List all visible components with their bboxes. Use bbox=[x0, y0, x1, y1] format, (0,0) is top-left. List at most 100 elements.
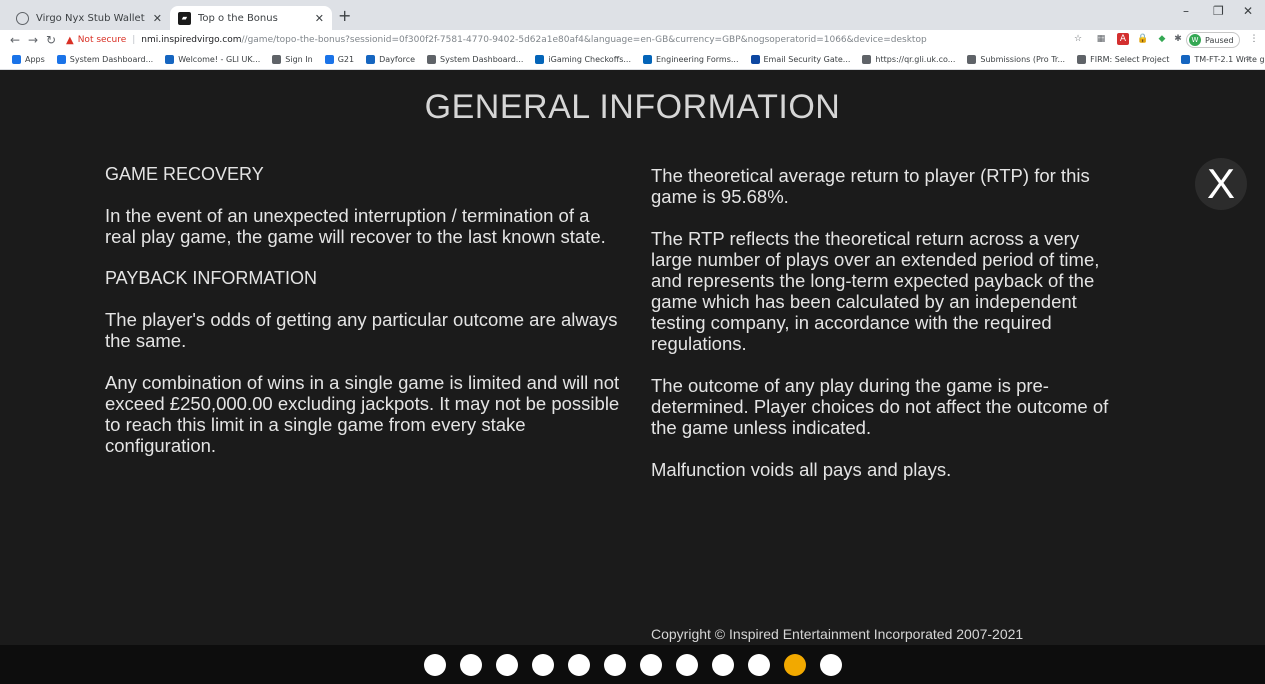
bookmark-icon bbox=[967, 55, 977, 64]
bookmark-item[interactable]: Apps bbox=[12, 55, 45, 64]
page-dot[interactable] bbox=[495, 653, 518, 676]
maximize-button[interactable]: ❐ bbox=[1213, 4, 1224, 18]
bookmark-item[interactable]: System Dashboard... bbox=[56, 55, 154, 64]
close-tab-icon[interactable]: ✕ bbox=[315, 12, 324, 25]
bookmark-icon bbox=[750, 55, 760, 64]
page-dot-active[interactable] bbox=[783, 653, 806, 676]
game-recovery-text: In the event of an unexpected interrupti… bbox=[105, 205, 606, 247]
page-title: GENERAL INFORMATION bbox=[424, 88, 841, 126]
page-dot[interactable] bbox=[675, 653, 698, 676]
profile-status: Paused bbox=[1205, 35, 1234, 45]
bookmark-icon bbox=[12, 55, 21, 64]
not-secure-label: Not secure bbox=[77, 35, 127, 45]
browser-tab-bar: Virgo Nyx Stub Wallet ✕ ▰ Top o the Bonu… bbox=[0, 0, 1265, 30]
bookmark-item[interactable]: Submissions (Pro Tr... bbox=[967, 55, 1065, 64]
bookmark-icon bbox=[862, 55, 872, 64]
bookmark-icon bbox=[56, 55, 66, 64]
bookmark-item[interactable]: https://qr.gli.uk.co... bbox=[862, 55, 955, 64]
star-icon[interactable]: ☆ bbox=[1072, 33, 1084, 45]
page-dot[interactable] bbox=[423, 653, 446, 676]
bookmark-icon bbox=[535, 55, 545, 64]
back-arrow-icon[interactable]: ← bbox=[6, 33, 24, 47]
game-favicon-icon: ▰ bbox=[178, 11, 191, 25]
payback-odds-text: The player's odds of getting any particu… bbox=[105, 309, 618, 351]
close-button[interactable]: X bbox=[1195, 158, 1247, 210]
bookmark-label: Email Security Gate... bbox=[763, 55, 851, 64]
page-dot[interactable] bbox=[711, 653, 734, 676]
left-column: GAME RECOVERY In the event of an unexpec… bbox=[105, 164, 625, 477]
page-dot[interactable] bbox=[819, 653, 842, 676]
bookmark-label: System Dashboard... bbox=[440, 55, 524, 64]
address-bar[interactable]: ▲ Not secure | nmi.inspiredvirgo.com //g… bbox=[66, 31, 1071, 49]
forward-arrow-icon[interactable]: → bbox=[24, 33, 42, 47]
avatar: W bbox=[1189, 34, 1201, 46]
reload-icon[interactable]: ↻ bbox=[42, 33, 60, 47]
bookmark-icon bbox=[272, 55, 282, 64]
rtp-explanation: The RTP reflects the theoretical return … bbox=[651, 228, 1100, 354]
qr-extension-icon[interactable]: ▦ bbox=[1095, 33, 1107, 45]
lock-extension-icon[interactable]: 🔒 bbox=[1137, 33, 1149, 45]
rtp-text: The theoretical average return to player… bbox=[651, 165, 1090, 207]
page-dot[interactable] bbox=[459, 653, 482, 676]
bookmark-icon bbox=[324, 55, 334, 64]
menu-kebab-icon[interactable]: ⋮ bbox=[1248, 33, 1260, 45]
malfunction-text: Malfunction voids all pays and plays. bbox=[651, 459, 952, 480]
page-dot[interactable] bbox=[531, 653, 554, 676]
bookmark-label: Engineering Forms... bbox=[656, 55, 739, 64]
page-dot[interactable] bbox=[747, 653, 770, 676]
tab-top-o-the-bonus[interactable]: ▰ Top o the Bonus ✕ bbox=[170, 6, 332, 30]
bookmark-label: FIRM: Select Project bbox=[1090, 55, 1170, 64]
page-dot[interactable] bbox=[639, 653, 662, 676]
page-indicator bbox=[0, 645, 1265, 684]
bookmark-item[interactable]: Email Security Gate... bbox=[750, 55, 851, 64]
bookmark-item[interactable]: Welcome! - GLI UK... bbox=[165, 55, 260, 64]
pdf-extension-icon[interactable]: A bbox=[1117, 33, 1129, 45]
bookmark-label: Dayforce bbox=[379, 55, 416, 64]
bookmarks-overflow-icon[interactable]: » bbox=[1245, 54, 1251, 64]
bookmark-icon bbox=[427, 55, 437, 64]
payback-limit-text: Any combination of wins in a single game… bbox=[105, 372, 620, 456]
game-recovery-heading: GAME RECOVERY bbox=[105, 164, 264, 184]
bookmark-item[interactable]: iGaming Checkoffs... bbox=[535, 55, 631, 64]
profile-button[interactable]: W Paused bbox=[1186, 32, 1240, 48]
puzzle-extensions-icon[interactable]: ✱ bbox=[1172, 33, 1184, 45]
page-dot[interactable] bbox=[567, 653, 590, 676]
tab-title: Virgo Nyx Stub Wallet bbox=[36, 12, 145, 24]
bookmark-item[interactable]: Dayforce bbox=[366, 55, 415, 64]
browser-toolbar: ← → ↻ ▲ Not secure | nmi.inspiredvirgo.c… bbox=[0, 30, 1265, 50]
bookmark-item[interactable]: Sign In bbox=[272, 55, 313, 64]
bookmark-label: Submissions (Pro Tr... bbox=[980, 55, 1066, 64]
url-host: nmi.inspiredvirgo.com bbox=[141, 35, 242, 45]
bookmark-label: G21 bbox=[337, 55, 355, 64]
bookmarks-bar: Apps System Dashboard... Welcome! - GLI UK… bbox=[0, 50, 1265, 70]
new-tab-button[interactable]: + bbox=[338, 6, 351, 25]
right-column: The theoretical average return to player… bbox=[651, 165, 1121, 501]
bookmark-label: Apps bbox=[25, 55, 45, 64]
copyright-text: Copyright © Inspired Entertainment Incor… bbox=[651, 626, 1024, 642]
payback-heading: PAYBACK INFORMATION bbox=[105, 268, 318, 288]
game-info-page: GENERAL INFORMATION X GAME RECOVERY In t… bbox=[0, 70, 1265, 684]
bookmark-item[interactable]: TM-FT-2.1 Write ga... bbox=[1181, 55, 1265, 64]
bookmark-icon bbox=[165, 55, 175, 64]
outcome-text: The outcome of any play during the game … bbox=[651, 375, 1109, 438]
bookmark-label: https://qr.gli.uk.co... bbox=[875, 55, 956, 64]
warning-icon: ▲ bbox=[66, 34, 74, 46]
bookmark-label: Sign In bbox=[285, 55, 313, 64]
bookmark-item[interactable]: FIRM: Select Project bbox=[1077, 55, 1169, 64]
bookmark-item[interactable]: Engineering Forms... bbox=[643, 55, 739, 64]
shield-extension-icon[interactable]: ◆ bbox=[1156, 33, 1168, 45]
bookmark-icon bbox=[1077, 55, 1087, 64]
url-path: //game/topo-the-bonus?sessionid=0f300f2f… bbox=[241, 35, 927, 45]
tab-virgo-nyx[interactable]: Virgo Nyx Stub Wallet ✕ bbox=[8, 6, 170, 30]
bookmark-label: System Dashboard... bbox=[69, 55, 154, 64]
page-dot[interactable] bbox=[603, 653, 626, 676]
bookmark-item[interactable]: System Dashboard... bbox=[427, 55, 523, 64]
bookmark-label: Welcome! - GLI UK... bbox=[178, 55, 261, 64]
bookmark-icon bbox=[366, 55, 376, 64]
close-tab-icon[interactable]: ✕ bbox=[153, 12, 162, 25]
bookmark-item[interactable]: G21 bbox=[324, 55, 355, 64]
bookmark-label: iGaming Checkoffs... bbox=[548, 55, 631, 64]
close-window-button[interactable]: ✕ bbox=[1243, 4, 1253, 18]
minimize-button[interactable]: – bbox=[1183, 4, 1189, 18]
bookmark-icon bbox=[1181, 55, 1191, 64]
